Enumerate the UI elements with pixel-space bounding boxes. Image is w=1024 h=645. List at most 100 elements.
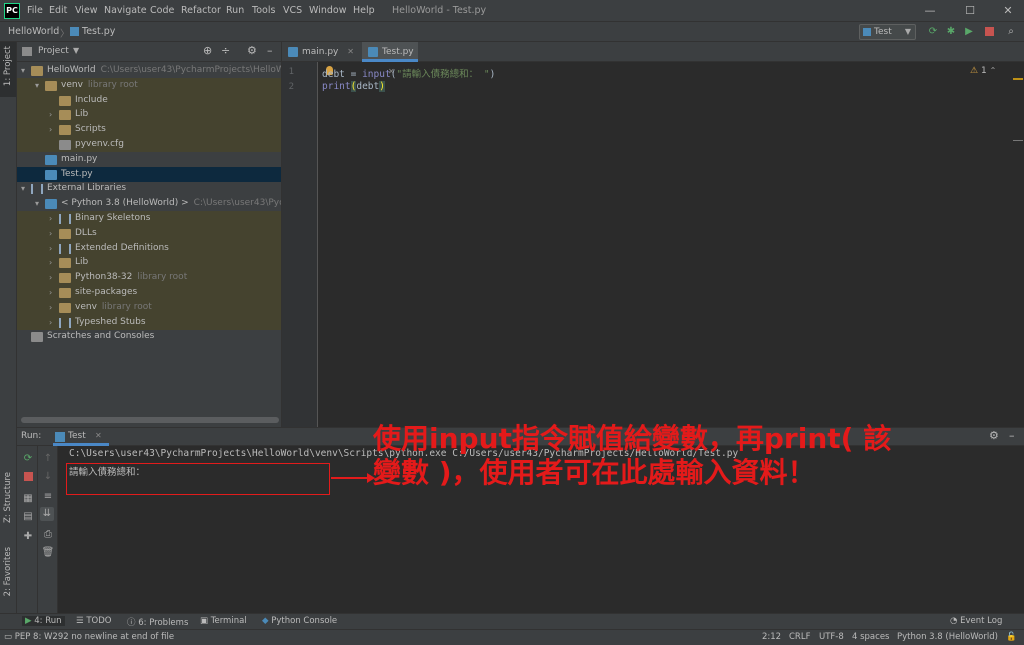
- structure-tool-tab[interactable]: Z: Structure: [3, 472, 13, 523]
- menu-view[interactable]: View: [75, 5, 98, 16]
- locate-file-icon[interactable]: ⊕: [203, 44, 212, 57]
- caret-position[interactable]: 2:12: [762, 632, 781, 642]
- menu-vcs[interactable]: VCS: [283, 5, 302, 16]
- pin-icon[interactable]: ✚: [21, 530, 35, 544]
- layout-icon[interactable]: ▤: [21, 510, 35, 524]
- soft-wrap-icon[interactable]: ≡: [41, 490, 55, 504]
- tree-item[interactable]: › site-packages: [17, 285, 281, 300]
- close-tab-icon[interactable]: ✕: [347, 47, 354, 56]
- chevron-down-icon[interactable]: ▾: [21, 181, 29, 196]
- arrow-up-icon[interactable]: ↑: [41, 452, 55, 466]
- code-line-2[interactable]: print(debt): [322, 81, 385, 92]
- event-log-button[interactable]: ◔ Event Log: [950, 616, 1002, 626]
- menu-run[interactable]: Run: [226, 5, 244, 16]
- run-with-coverage-icon[interactable]: ▶: [962, 25, 976, 39]
- python-interpreter[interactable]: Python 3.8 (HelloWorld): [897, 632, 998, 642]
- close-tab-icon[interactable]: ✕: [95, 431, 102, 440]
- gear-icon[interactable]: ⚙: [989, 429, 999, 442]
- bottom-tab-todo[interactable]: ☰ TODO: [76, 616, 111, 626]
- tree-item[interactable]: › DLLs: [17, 225, 281, 241]
- chevron-right-icon[interactable]: ›: [49, 285, 57, 300]
- lock-icon[interactable]: 🔓: [1006, 632, 1017, 642]
- bottom-tab-terminal[interactable]: ▣ Terminal: [200, 616, 247, 626]
- tree-item[interactable]: Include: [17, 92, 281, 108]
- chevron-right-icon[interactable]: ›: [49, 300, 57, 315]
- debug-icon[interactable]: ✱: [944, 25, 958, 39]
- status-message[interactable]: ▭ PEP 8: W292 no newline at end of file: [4, 632, 174, 642]
- tree-item[interactable]: ▾ venv library root: [17, 77, 281, 93]
- menu-code[interactable]: Code: [150, 5, 174, 16]
- tree-item[interactable]: › Binary Skeletons: [17, 211, 281, 226]
- chevron-down-icon[interactable]: ▾: [35, 78, 43, 93]
- chevron-down-icon[interactable]: ▼: [73, 46, 79, 55]
- tab-test-py[interactable]: Test.py ✕: [362, 42, 418, 76]
- warning-marker[interactable]: [1013, 78, 1023, 80]
- tree-item[interactable]: › Scripts: [17, 122, 281, 138]
- chevron-right-icon[interactable]: ›: [49, 270, 57, 285]
- bottom-tab-python-console[interactable]: ◆ Python Console: [262, 616, 337, 626]
- run-tab-test[interactable]: Test: [68, 431, 86, 441]
- tab-main-py[interactable]: main.py ✕: [282, 42, 362, 62]
- tree-item[interactable]: › Extended Definitions: [17, 240, 281, 256]
- tree-item[interactable]: Scratches and Consoles: [17, 329, 281, 344]
- menu-file[interactable]: File: [27, 5, 43, 16]
- trash-icon[interactable]: 🗑: [41, 546, 55, 560]
- indent-setting[interactable]: 4 spaces: [852, 632, 889, 642]
- tree-item[interactable]: › Lib: [17, 255, 281, 271]
- bottom-tab-problems[interactable]: ⓘ 6: Problems: [127, 616, 188, 628]
- tree-item[interactable]: › Python38-32 library root: [17, 270, 281, 286]
- chevron-right-icon[interactable]: ›: [49, 211, 57, 226]
- gear-icon[interactable]: ⚙: [247, 44, 257, 57]
- tree-item[interactable]: › Lib: [17, 107, 281, 123]
- project-tool-tab[interactable]: 1: Project: [3, 46, 13, 86]
- line-separator[interactable]: CRLF: [789, 632, 810, 642]
- tree-item[interactable]: ▾ HelloWorld C:\Users\user43\PycharmProjec…: [17, 63, 281, 78]
- maximize-button[interactable]: ☐: [960, 2, 980, 20]
- close-button[interactable]: ✕: [998, 2, 1018, 20]
- hide-panel-icon[interactable]: –: [267, 44, 273, 57]
- scroll-to-end-icon[interactable]: ⇊: [40, 507, 54, 521]
- chevron-right-icon[interactable]: ›: [49, 241, 57, 256]
- project-view-label[interactable]: Project: [38, 46, 69, 56]
- collapse-all-icon[interactable]: ÷: [221, 44, 230, 57]
- code-line-1[interactable]: debt = input("請輸入債務總和： "): [322, 66, 495, 80]
- breadcrumb-file[interactable]: Test.py: [82, 26, 115, 37]
- tree-item[interactable]: › Typeshed Stubs: [17, 314, 281, 330]
- search-icon[interactable]: ⌕: [1004, 25, 1018, 39]
- restore-layout-icon[interactable]: ▦: [21, 492, 35, 506]
- menu-help[interactable]: Help: [353, 5, 375, 16]
- menu-edit[interactable]: Edit: [49, 5, 67, 16]
- inspection-widget[interactable]: ⚠ 1 ⌃: [970, 66, 996, 76]
- menu-tools[interactable]: Tools: [252, 5, 275, 16]
- stop-icon[interactable]: [21, 470, 35, 484]
- file-encoding[interactable]: UTF-8: [819, 632, 844, 642]
- chevron-right-icon[interactable]: ›: [49, 226, 57, 241]
- editor-scrollbar[interactable]: [1012, 62, 1024, 427]
- print-icon[interactable]: ⎙: [41, 528, 55, 542]
- favorites-tool-tab[interactable]: 2: Favorites: [3, 547, 13, 596]
- tree-item[interactable]: pyvenv.cfg: [17, 137, 281, 152]
- tree-item[interactable]: main.py: [17, 152, 281, 167]
- tree-item[interactable]: ▾ External Libraries: [17, 181, 281, 196]
- arrow-down-icon[interactable]: ↓: [41, 470, 55, 484]
- rerun-icon[interactable]: ⟳: [926, 25, 940, 39]
- menu-navigate[interactable]: Navigate: [104, 5, 147, 16]
- breadcrumb-project[interactable]: HelloWorld: [8, 26, 59, 37]
- tree-item[interactable]: Test.py: [17, 166, 281, 182]
- horizontal-scrollbar[interactable]: [21, 417, 279, 423]
- run-configuration-dropdown[interactable]: Test ▼: [859, 24, 916, 40]
- chevron-down-icon[interactable]: ▾: [35, 196, 43, 211]
- chevron-right-icon[interactable]: ›: [49, 107, 57, 122]
- menu-window[interactable]: Window: [309, 5, 346, 16]
- chevron-down-icon[interactable]: ▾: [21, 63, 29, 78]
- bottom-tab-run[interactable]: ▶ 4: Run: [22, 616, 65, 626]
- hide-panel-icon[interactable]: –: [1009, 429, 1015, 442]
- tree-item[interactable]: ▾ < Python 3.8 (HelloWorld) > C:\Users\use…: [17, 196, 281, 211]
- minimize-button[interactable]: —: [920, 2, 940, 20]
- chevron-right-icon[interactable]: ›: [49, 255, 57, 270]
- tree-item[interactable]: › venv library root: [17, 299, 281, 315]
- stop-button[interactable]: [982, 25, 996, 39]
- rerun-icon[interactable]: ⟳: [21, 452, 35, 466]
- chevron-right-icon[interactable]: ›: [49, 122, 57, 137]
- chevron-right-icon[interactable]: ›: [49, 315, 57, 330]
